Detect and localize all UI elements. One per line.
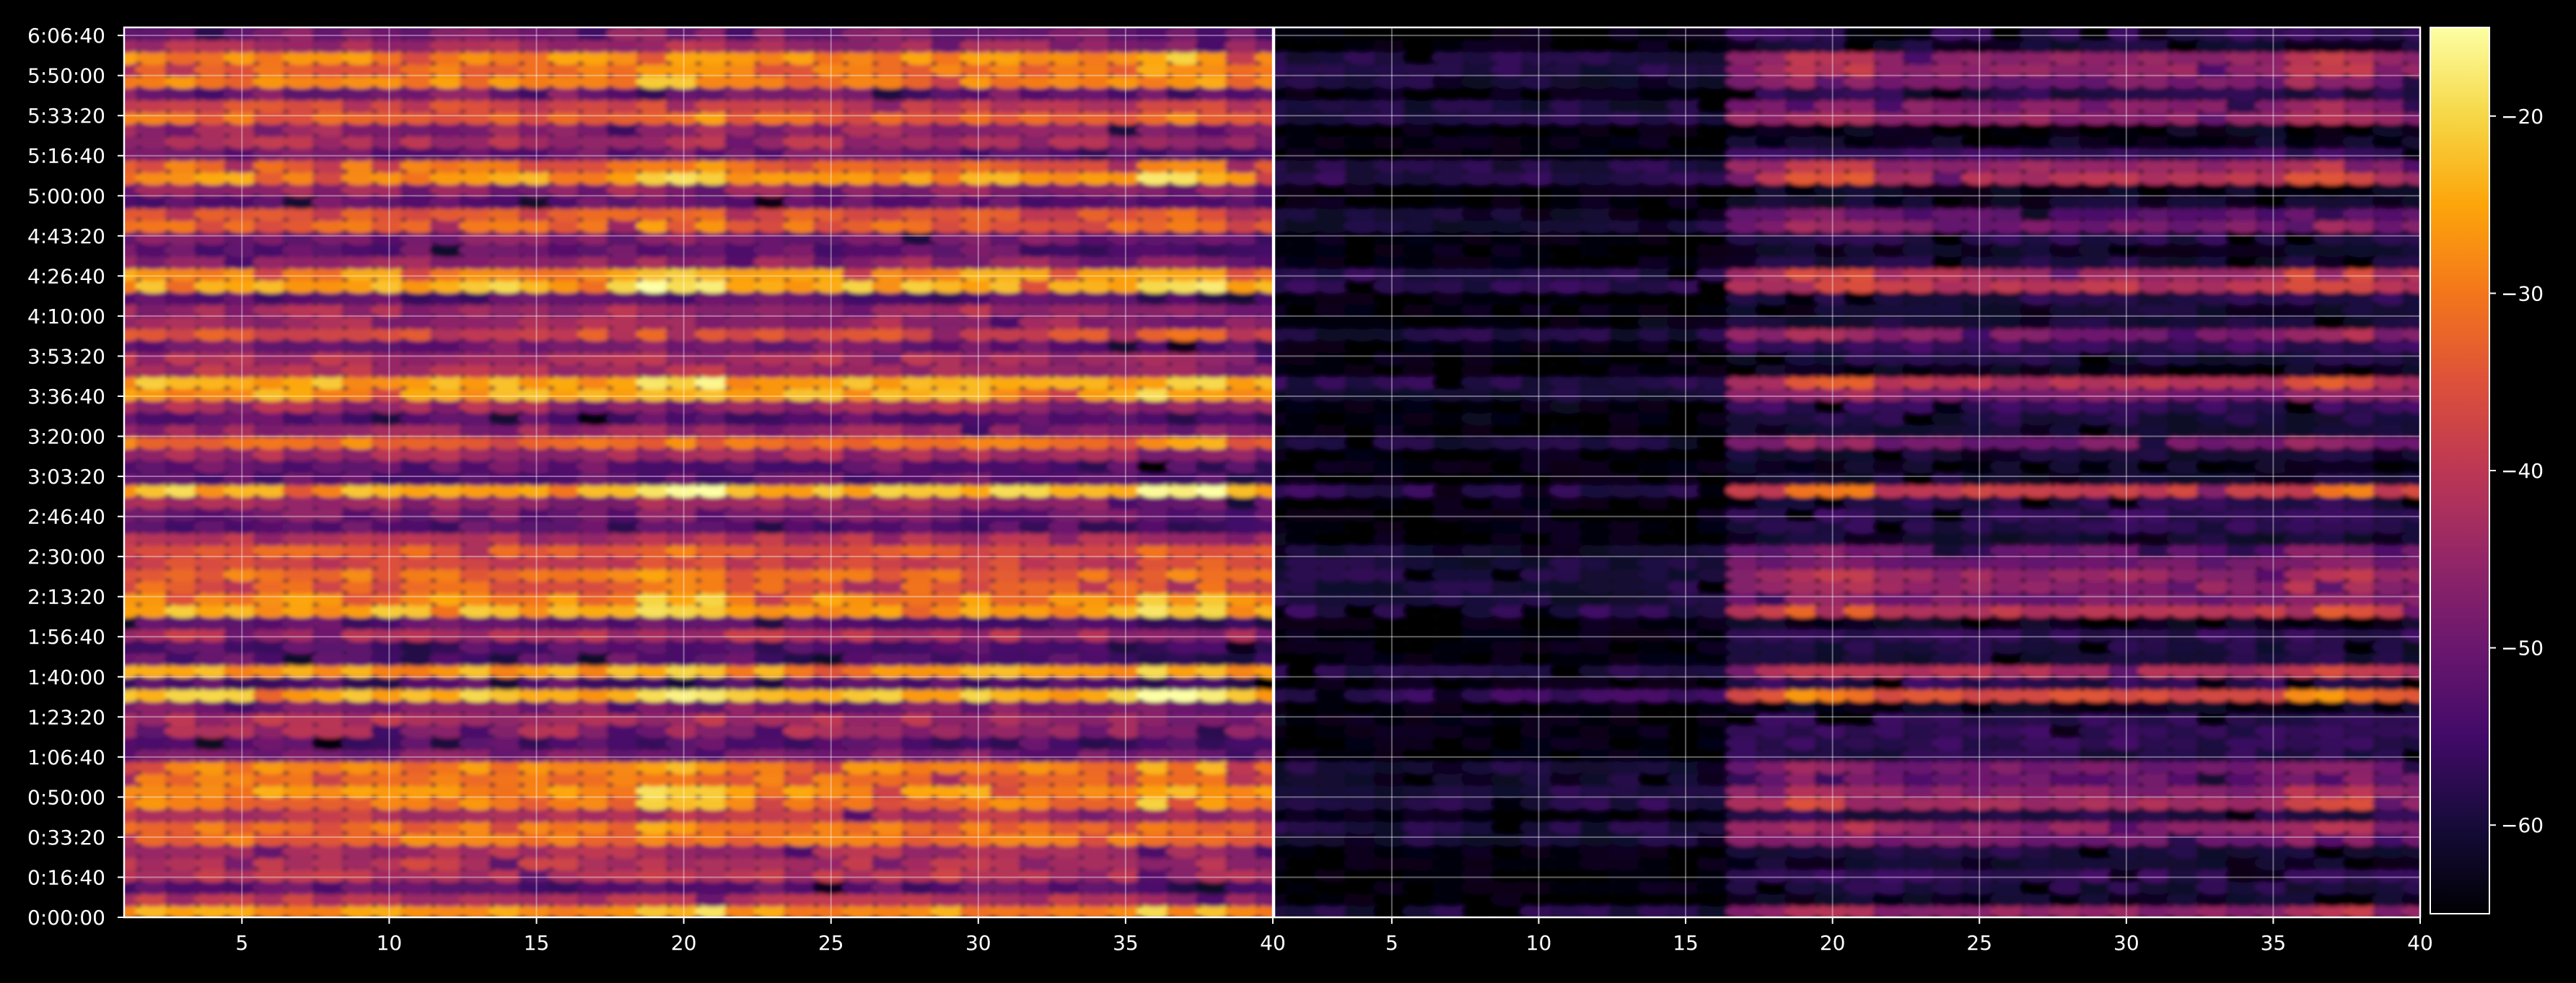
heatmap-chart: 5 10 15 20 25 30 35 40 5 10 15 20 25 30 35 400:00:000:1… — [27, 24, 2544, 955]
heatmap-figure: 5 10 15 20 25 30 35 40 5 10 15 20 25 30 35 40 0:00:00 0:1… — [0, 0, 2576, 983]
